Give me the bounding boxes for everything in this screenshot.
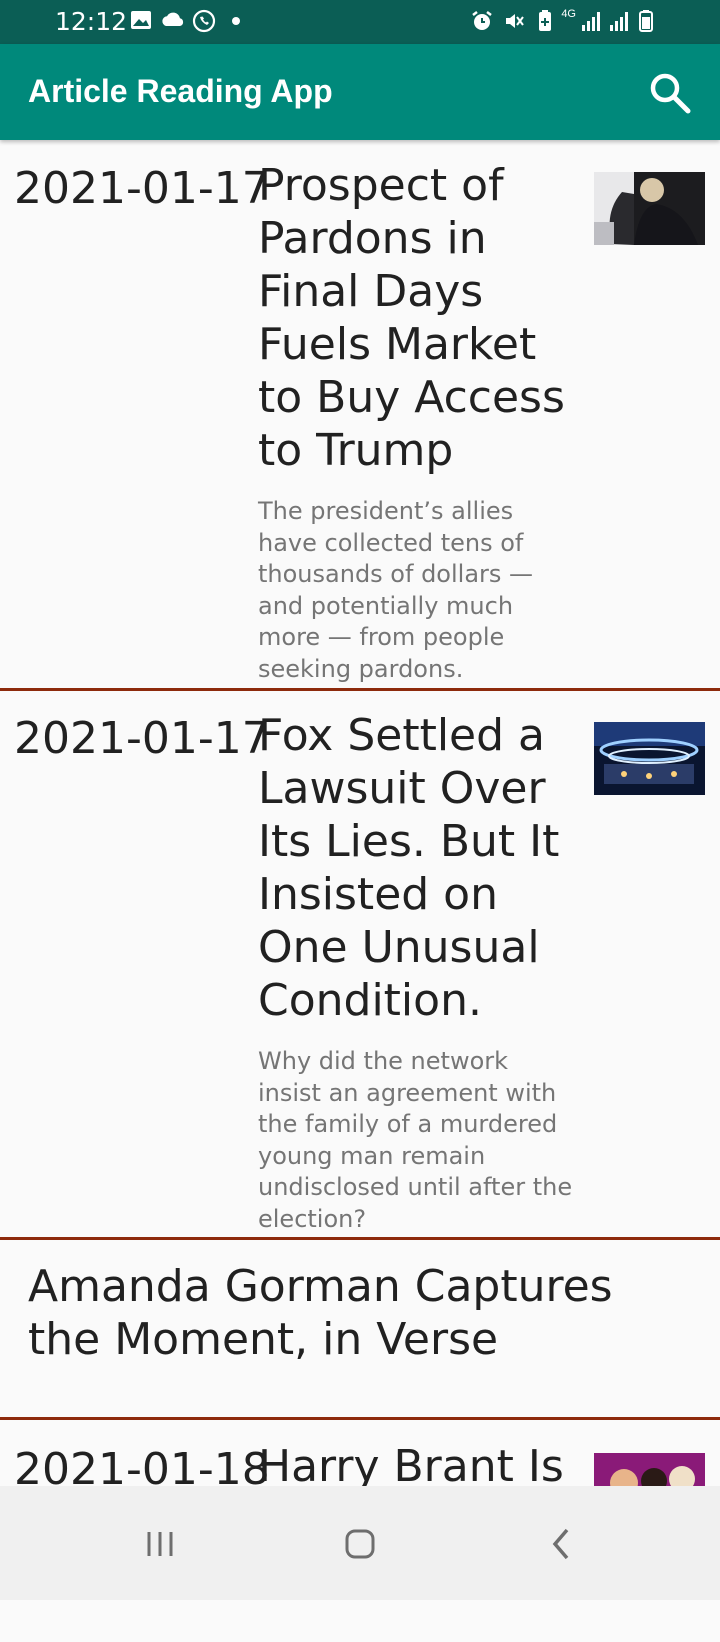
battery-icon <box>639 10 653 32</box>
recents-icon[interactable] <box>131 1514 191 1574</box>
cloud-icon <box>162 12 184 26</box>
gallery-icon <box>131 11 151 29</box>
status-bar: 12:12 4G <box>0 0 720 44</box>
home-icon[interactable] <box>330 1514 390 1574</box>
article-abstract: Why did the network insist an agreement … <box>258 1047 573 1233</box>
network-label: 4G <box>561 8 576 20</box>
article-date: 2021-01-17 <box>14 713 270 764</box>
article-headline: Fox Settled a Lawsuit Over Its Lies. But… <box>258 710 560 1026</box>
article-headline: Prospect of Pardons in Final Days Fuels … <box>258 160 565 476</box>
mute-icon <box>506 14 524 28</box>
signal-icon <box>582 12 600 31</box>
status-time: 12:12 <box>55 7 128 36</box>
article-thumbnail <box>594 722 705 795</box>
whatsapp-icon <box>192 9 216 33</box>
4g-icon: 4G <box>561 9 576 20</box>
signal-icon-2 <box>610 12 628 31</box>
article-item[interactable]: 2021-01-17 Prospect of Pardons in Final … <box>0 141 720 691</box>
article-thumbnail <box>594 172 705 245</box>
alarm-icon <box>472 11 492 30</box>
navigation-bar <box>0 1486 720 1600</box>
app-title: Article Reading App <box>28 73 333 109</box>
back-icon[interactable] <box>533 1514 593 1574</box>
dot-icon <box>232 17 240 25</box>
article-item[interactable]: Amanda Gorman Captures the Moment, in Ve… <box>0 1240 720 1420</box>
search-icon[interactable] <box>648 71 692 115</box>
article-date: 2021-01-17 <box>14 163 270 214</box>
article-headline: Amanda Gorman Captures the Moment, in Ve… <box>28 1261 613 1365</box>
article-item[interactable]: 2021-01-17 Fox Settled a Lawsuit Over It… <box>0 691 720 1240</box>
app-bar: Article Reading App <box>0 44 720 140</box>
article-abstract: The president’s allies have collected te… <box>258 497 534 683</box>
battery-saver-icon <box>539 10 551 31</box>
